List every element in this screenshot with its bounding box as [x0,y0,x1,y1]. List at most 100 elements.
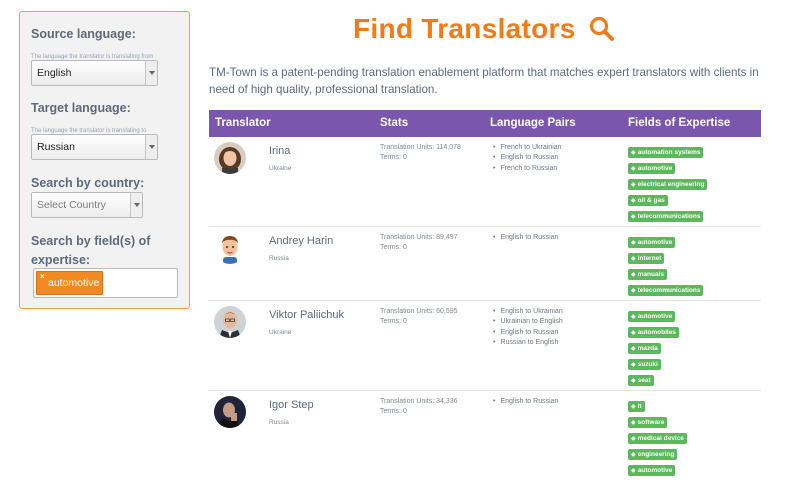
translator-name[interactable]: Andrey Harin [269,234,333,248]
expertise-tag-label: seat [637,377,651,384]
expertise-tag-label: suzuki [637,361,658,368]
translators-table: Translator Stats Language Pairs Fields o… [209,110,761,487]
expertise-tag[interactable]: ◆ telecommunications [628,285,704,296]
expertise-tag[interactable]: ◆ automotive [628,237,676,248]
expertise-tag[interactable]: ◆ mazda [628,343,661,354]
tag-icon: ◆ [631,452,636,458]
search-sidebar: Source language: The language the transl… [19,11,190,309]
translation-units: Translation Units: 114,078 [380,144,461,151]
column-header-fields[interactable]: Fields of Expertise [628,110,730,137]
expertise-tag-label: it [637,403,642,410]
expertise-tag[interactable]: ◆ medical device [628,433,687,444]
expertise-label-line-1: Search by field(s) of [31,234,151,248]
expertise-tag-label: engineering [637,451,675,458]
expertise-chip-label: automotive [48,277,100,289]
language-pairs-list: English to Russian [493,397,558,407]
expertise-tags: ◆ automotive ◆ internet ◆ manuals ◆ telecommuni… [628,237,704,301]
translator-country: Russia [269,419,289,426]
column-header-language-pairs[interactable]: Language Pairs [490,110,576,137]
table-row[interactable]: Igor Step Russia Translation Units: 34,336… [209,390,761,487]
tag-icon: ◆ [631,346,636,352]
expertise-tag[interactable]: ◆ automobiles [628,327,679,338]
expertise-tag-label: oil & gas [637,197,665,204]
translator-stats: Translation Units: 60,595 Terms: 0 [380,307,458,328]
column-header-translator[interactable]: Translator [215,110,271,137]
target-language-value: Russian [37,141,75,153]
translator-stats: Translation Units: 34,336 Terms: 0 [380,397,458,418]
expertise-tag[interactable]: ◆ electrical engineering [628,179,708,190]
tag-icon: ◆ [631,198,636,204]
language-pairs-list: English to Russian [493,233,558,243]
country-placeholder: Select Country [37,199,106,211]
table-header: Translator Stats Language Pairs Fields o… [209,110,761,137]
expertise-tags: ◆ automotive ◆ automobiles ◆ mazda ◆ suzuki ◆ sea… [628,311,679,391]
expertise-tag[interactable]: ◆ automation systems [628,147,704,158]
avatar[interactable] [214,232,246,264]
translation-units: Translation Units: 89,497 [380,234,458,241]
table-row[interactable]: Andrey Harin Russia Translation Units: 89,… [209,226,761,300]
chevron-down-icon [145,135,157,159]
tag-icon: ◆ [631,166,636,172]
tag-icon: ◆ [631,330,636,336]
expertise-tag[interactable]: ◆ it [628,401,645,412]
tag-icon: ◆ [631,362,636,368]
expertise-tag[interactable]: ◆ automotive [628,465,676,476]
expertise-tag-label: software [637,419,665,426]
table-row[interactable]: Irina Ukraine Translation Units: 114,078 Te… [209,137,761,226]
expertise-label: Search by field(s) of expertise: [31,233,150,268]
country-select[interactable]: Select Country [31,192,143,218]
expertise-input[interactable]: × automotive [33,268,178,298]
language-pair: English to Russian [493,328,563,338]
expertise-tag-label: telecommunications [637,287,701,294]
expertise-tag-label: automotive [637,165,673,172]
expertise-tag[interactable]: ◆ internet [628,253,665,264]
avatar[interactable] [214,396,246,428]
expertise-tag[interactable]: ◆ seat [628,375,654,386]
translator-country: Russia [269,255,289,262]
expertise-tag[interactable]: ◆ oil & gas [628,195,668,206]
tag-icon: ◆ [631,436,636,442]
terms-count: Terms: 0 [380,154,407,162]
expertise-tag[interactable]: ◆ manuals [628,269,667,280]
translator-country: Ukraine [269,329,292,336]
expertise-tag[interactable]: ◆ engineering [628,449,678,460]
expertise-tag-label: electrical engineering [637,181,705,188]
table-row[interactable]: Viktor Paliichuk Ukraine Translation Units… [209,300,761,390]
expertise-tag[interactable]: ◆ automotive [628,163,676,174]
expertise-tag-label: manuals [637,271,664,278]
expertise-tag-label: automotive [637,467,673,474]
translator-name[interactable]: Igor Step [269,398,314,412]
translator-stats: Translation Units: 89,497 Terms: 0 [380,233,458,254]
language-pair: Russian to English [493,338,563,348]
tag-icon: ◆ [631,182,636,188]
language-pair: English to Russian [493,233,558,243]
expertise-tag[interactable]: ◆ software [628,417,668,428]
tag-icon: ◆ [631,314,636,320]
expertise-tag[interactable]: ◆ suzuki [628,359,661,370]
translation-units: Translation Units: 60,595 [380,308,458,315]
expertise-tag-label: automation systems [637,149,701,156]
expertise-chip[interactable]: × automotive [36,271,104,295]
terms-count: Terms: 0 [380,244,407,252]
translator-name[interactable]: Irina [269,144,290,158]
target-language-select[interactable]: Russian [31,134,158,160]
tag-icon: ◆ [631,404,636,410]
source-language-value: English [37,67,72,79]
translator-name[interactable]: Viktor Paliichuk [269,308,344,322]
source-language-label: Source language: [31,27,136,41]
language-pairs-list: English to UkrainianUkrainian to English… [493,307,563,349]
expertise-tags: ◆ it ◆ software ◆ medical device ◆ engineering ◆… [628,401,687,481]
column-header-stats[interactable]: Stats [380,110,408,137]
translator-stats: Translation Units: 114,078 Terms: 0 [380,143,461,164]
search-icon [589,16,614,41]
expertise-tag-label: automotive [637,313,673,320]
language-pair: English to Russian [493,397,558,407]
expertise-tag[interactable]: ◆ telecommunications [628,211,704,222]
avatar[interactable] [214,142,246,174]
chip-remove-icon[interactable]: × [40,266,45,288]
source-language-select[interactable]: English [31,60,158,86]
avatar[interactable] [214,306,246,338]
expertise-tag[interactable]: ◆ automotive [628,311,676,322]
language-pair: French to Russian [493,164,562,174]
tag-icon: ◆ [631,288,636,294]
